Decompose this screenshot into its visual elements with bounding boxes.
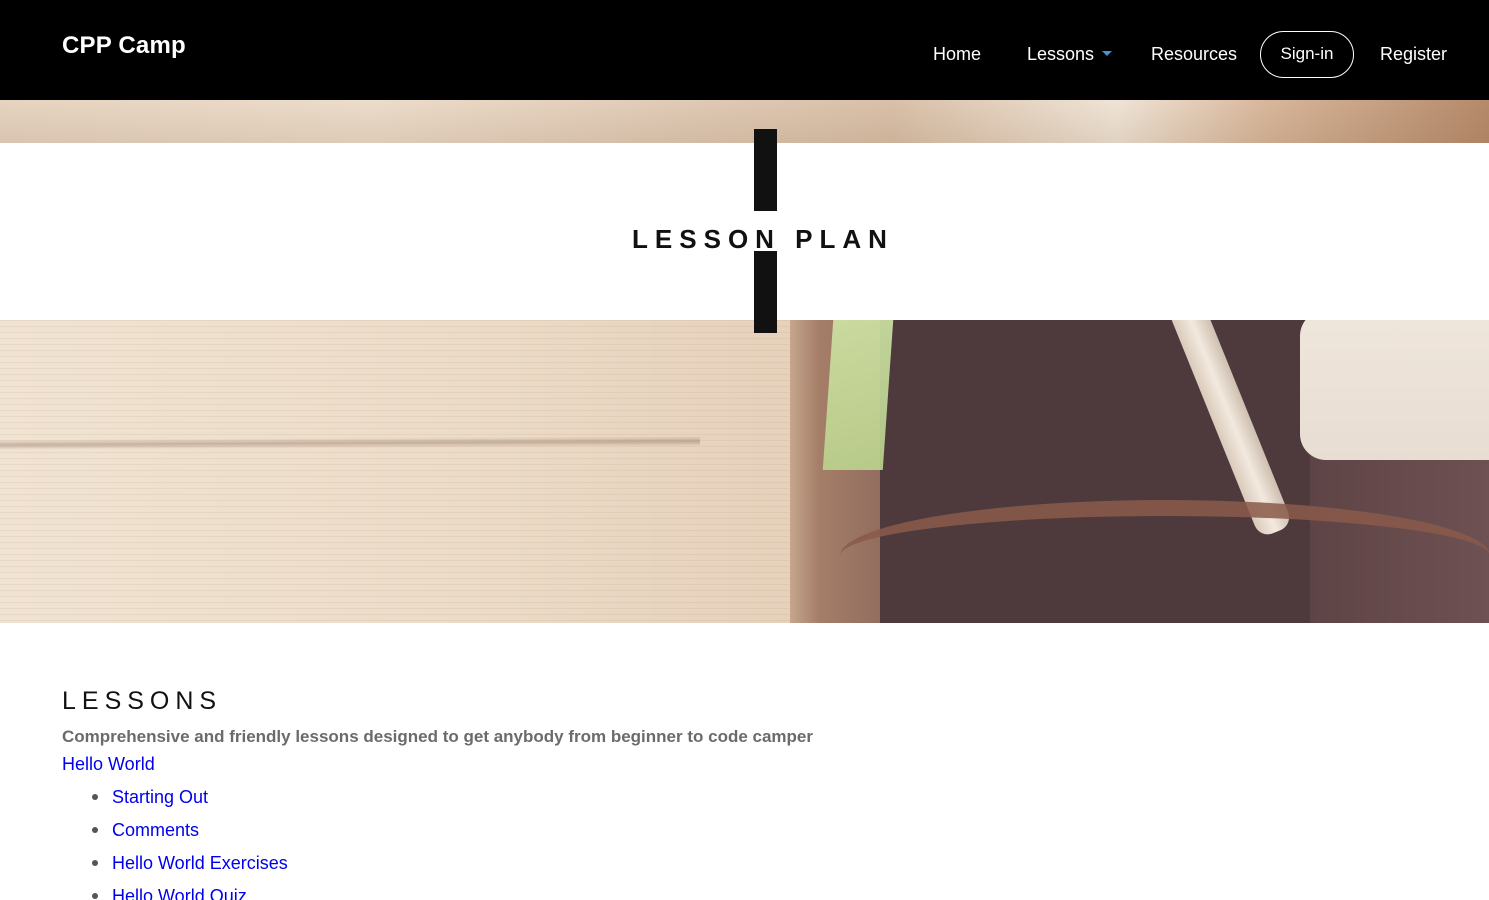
section-heading: LESSONS <box>62 687 223 715</box>
page-title: LESSON PLAN <box>632 224 894 254</box>
caret-down-icon <box>1102 50 1113 56</box>
title-divider-bottom <box>754 251 777 333</box>
bullet-icon <box>92 860 98 866</box>
list-item: Hello World Exercises <box>92 852 1362 885</box>
glasses-graphic <box>840 500 1489 623</box>
brand-logo-link[interactable]: CPP Camp <box>62 32 186 60</box>
top-navbar: CPP Camp Home Lessons Resources Sign-in … <box>0 0 1489 100</box>
nav-home-link[interactable]: Home <box>933 44 981 65</box>
section-subtitle: Comprehensive and friendly lessons desig… <box>62 727 813 746</box>
hero-banner-image <box>0 320 1489 623</box>
lesson-group-link[interactable]: Hello World <box>62 753 1362 775</box>
nav-register-link[interactable]: Register <box>1380 44 1447 65</box>
hero-banner-top <box>0 100 1489 143</box>
bullet-icon <box>92 794 98 800</box>
signin-button[interactable]: Sign-in <box>1260 31 1354 78</box>
lesson-list: Starting Out Comments Hello World Exerci… <box>62 786 1362 900</box>
nav-lessons-dropdown[interactable]: Lessons <box>1027 44 1113 65</box>
phone-graphic <box>1300 320 1489 460</box>
bullet-icon <box>92 827 98 833</box>
lesson-link-exercises[interactable]: Hello World Exercises <box>112 853 288 873</box>
newspaper-graphic <box>0 320 790 623</box>
sticky-tabs-graphic <box>822 320 894 470</box>
bullet-icon <box>92 893 98 899</box>
nav-lessons-label: Lessons <box>1027 44 1095 64</box>
list-item: Hello World Quiz <box>92 885 1362 900</box>
list-item: Starting Out <box>92 786 1362 819</box>
list-item: Comments <box>92 819 1362 852</box>
title-divider-top <box>754 129 777 211</box>
lesson-link-comments[interactable]: Comments <box>112 820 199 840</box>
lessons-section: LESSONS Comprehensive and friendly lesso… <box>62 686 1362 900</box>
lesson-link-quiz[interactable]: Hello World Quiz <box>112 886 247 900</box>
lesson-link-starting-out[interactable]: Starting Out <box>112 787 208 807</box>
nav-resources-link[interactable]: Resources <box>1151 44 1237 65</box>
